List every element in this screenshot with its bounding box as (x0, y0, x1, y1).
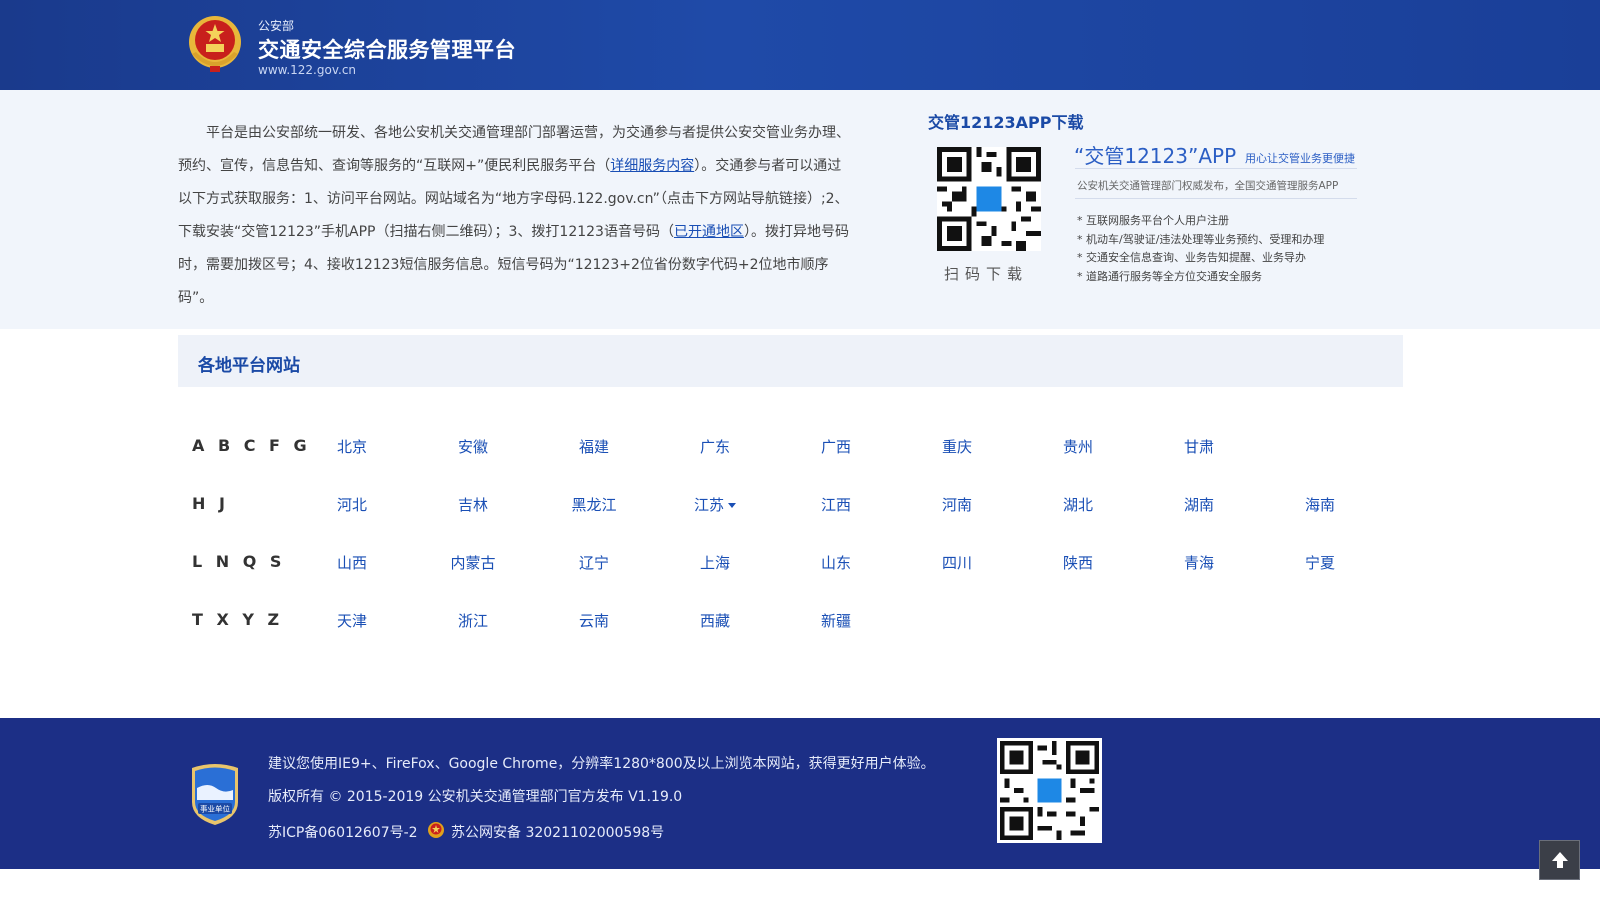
province-link-guangdong[interactable]: 广东 (675, 436, 755, 457)
letter-group-hj: H J (192, 494, 229, 513)
province-link-hubei[interactable]: 湖北 (1038, 494, 1118, 515)
province-link-shanghai[interactable]: 上海 (675, 552, 755, 573)
site-header: 公安部 交通安全综合服务管理平台 www.122.gov.cn (0, 0, 1600, 90)
icp-record[interactable]: 苏ICP备06012607号-2 (268, 822, 418, 842)
province-link-jiangsu[interactable]: 江苏 (675, 494, 755, 515)
site-org: 公安部 (258, 19, 295, 33)
province-link-guizhou[interactable]: 贵州 (1038, 436, 1118, 457)
feature-item: * 互联网服务平台个人用户注册 (1077, 214, 1229, 227)
divider (1075, 198, 1357, 199)
province-link-gansu[interactable]: 甘肃 (1159, 436, 1239, 457)
province-link-fujian[interactable]: 福建 (554, 436, 634, 457)
footer-qr-code (997, 738, 1102, 843)
province-link-shandong[interactable]: 山东 (796, 552, 876, 573)
province-link-qinghai[interactable]: 青海 (1159, 552, 1239, 573)
province-link-xizang[interactable]: 西藏 (675, 610, 755, 631)
back-to-top-button[interactable] (1539, 840, 1580, 880)
province-link-chongqing[interactable]: 重庆 (917, 436, 997, 457)
province-link-ningxia[interactable]: 宁夏 (1280, 552, 1360, 573)
feature-item: * 道路通行服务等全方位交通安全服务 (1077, 269, 1262, 283)
province-link-xinjiang[interactable]: 新疆 (796, 610, 876, 631)
province-link-zhejiang[interactable]: 浙江 (433, 610, 513, 631)
province-label: 江苏 (693, 496, 724, 514)
app-feature-list: * 互联网服务平台个人用户注册 * 机动车/驾驶证/违法处理等业务预约、受理和办… (1077, 212, 1324, 286)
chevron-down-icon (728, 503, 736, 508)
province-link-neimenggu[interactable]: 内蒙古 (433, 552, 513, 573)
letter-group-txyz: T X Y Z (192, 610, 284, 629)
scan-download-label: 扫码下载 (944, 265, 1029, 283)
province-link-heilongjiang[interactable]: 黑龙江 (554, 494, 634, 515)
province-link-jiangxi[interactable]: 江西 (796, 494, 876, 515)
province-link-beijing[interactable]: 北京 (312, 436, 392, 457)
province-link-liaoning[interactable]: 辽宁 (554, 552, 634, 573)
intro-paragraph: 平台是由公安部统一研发、各地公安机关交通管理部门部署运营，为交通参与者提供公安交… (178, 117, 852, 315)
province-link-yunnan[interactable]: 云南 (554, 610, 634, 631)
opened-regions-link[interactable]: 已开通地区 (674, 224, 744, 240)
province-link-henan[interactable]: 河南 (917, 494, 997, 515)
province-link-shaanxi[interactable]: 陕西 (1038, 552, 1118, 573)
police-emblem-icon (428, 822, 444, 838)
divider (1075, 168, 1357, 169)
feature-item: * 交通安全信息查询、业务告知提醒、业务导办 (1077, 251, 1306, 264)
feature-item: * 机动车/驾驶证/违法处理等业务预约、受理和办理 (1077, 232, 1325, 246)
app-qr-code (937, 147, 1041, 251)
national-emblem-icon[interactable] (186, 14, 244, 76)
province-link-guangxi[interactable]: 广西 (796, 436, 876, 457)
public-institution-badge-icon[interactable]: 事业单位 (188, 762, 242, 826)
letter-group-abcfg: A B C F G (192, 436, 311, 455)
regions-title: 各地平台网站 (198, 356, 300, 376)
police-record[interactable]: 苏公网安备 32021102000598号 (451, 822, 664, 842)
app-name: “交管12123”APP (1074, 144, 1237, 168)
province-link-hunan[interactable]: 湖南 (1159, 494, 1239, 515)
browser-tip: 建议您使用IE9+、FireFox、Google Chrome，分辨率1280*… (268, 756, 935, 772)
province-link-hainan[interactable]: 海南 (1280, 494, 1360, 515)
app-slogan: 用心让交管业务更便捷 (1245, 152, 1355, 165)
regions-header (178, 335, 1403, 387)
province-link-shanxi[interactable]: 山西 (312, 552, 392, 573)
province-link-sichuan[interactable]: 四川 (917, 552, 997, 573)
province-link-hebei[interactable]: 河北 (312, 494, 392, 515)
app-description: 公安机关交通管理部门权威发布，全国交通管理服务APP (1077, 180, 1339, 192)
service-details-link[interactable]: 详细服务内容 (610, 158, 694, 174)
copyright-text: 版权所有 © 2015-2019 公安机关交通管理部门官方发布 V1.19.0 (268, 789, 683, 805)
badge-label: 事业单位 (200, 804, 230, 814)
letter-group-lnqs: L N Q S (192, 552, 286, 571)
site-url: www.122.gov.cn (258, 63, 357, 77)
arrow-up-icon (1551, 852, 1568, 868)
site-title[interactable]: 交通安全综合服务管理平台 (258, 34, 516, 64)
province-link-jilin[interactable]: 吉林 (433, 494, 513, 515)
province-link-anhui[interactable]: 安徽 (433, 436, 513, 457)
province-link-tianjin[interactable]: 天津 (312, 610, 392, 631)
app-download-title: 交管12123APP下载 (928, 113, 1084, 132)
